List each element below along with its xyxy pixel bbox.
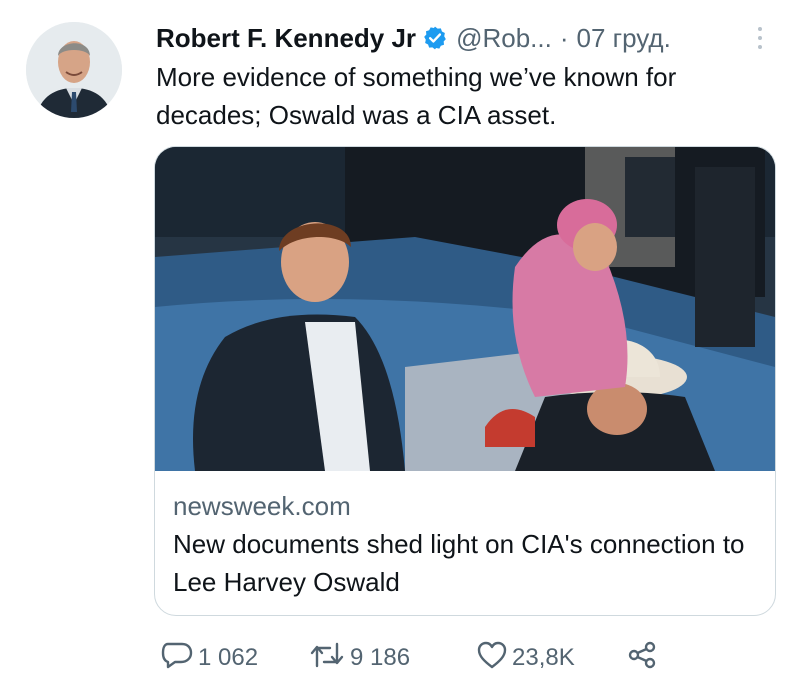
tweet-header: Robert F. Kennedy Jr @Rob... · 07 груд. (156, 18, 780, 58)
link-card[interactable]: newsweek.com New documents shed light on… (154, 146, 776, 616)
reply-icon (160, 640, 194, 677)
tweet-actions: 1 062 9 186 23,8K (160, 636, 658, 680)
retweet-button[interactable]: 9 186 (308, 640, 476, 677)
author-avatar[interactable] (26, 22, 122, 118)
card-image[interactable] (155, 147, 775, 471)
separator-dot: · (559, 22, 569, 53)
retweet-count: 9 186 (350, 644, 411, 671)
tweet-text: More evidence of something we’ve known f… (156, 62, 677, 130)
like-count: 23,8K (512, 644, 575, 671)
card-title: New documents shed light on CIA's connec… (173, 529, 745, 597)
share-button[interactable] (626, 640, 658, 677)
author-name[interactable]: Robert F. Kennedy Jr (156, 23, 416, 54)
card-domain: newsweek.com (173, 491, 351, 521)
reply-button[interactable]: 1 062 (160, 640, 308, 677)
retweet-icon (308, 640, 346, 677)
heart-icon (476, 640, 508, 677)
tweet-timestamp[interactable]: 07 груд. (577, 23, 671, 54)
like-button[interactable]: 23,8K (476, 640, 626, 677)
verified-badge-icon (422, 25, 448, 51)
share-icon (626, 640, 658, 677)
author-handle[interactable]: @Rob... (456, 23, 552, 54)
reply-count: 1 062 (198, 644, 259, 671)
more-options-icon[interactable] (746, 20, 774, 56)
